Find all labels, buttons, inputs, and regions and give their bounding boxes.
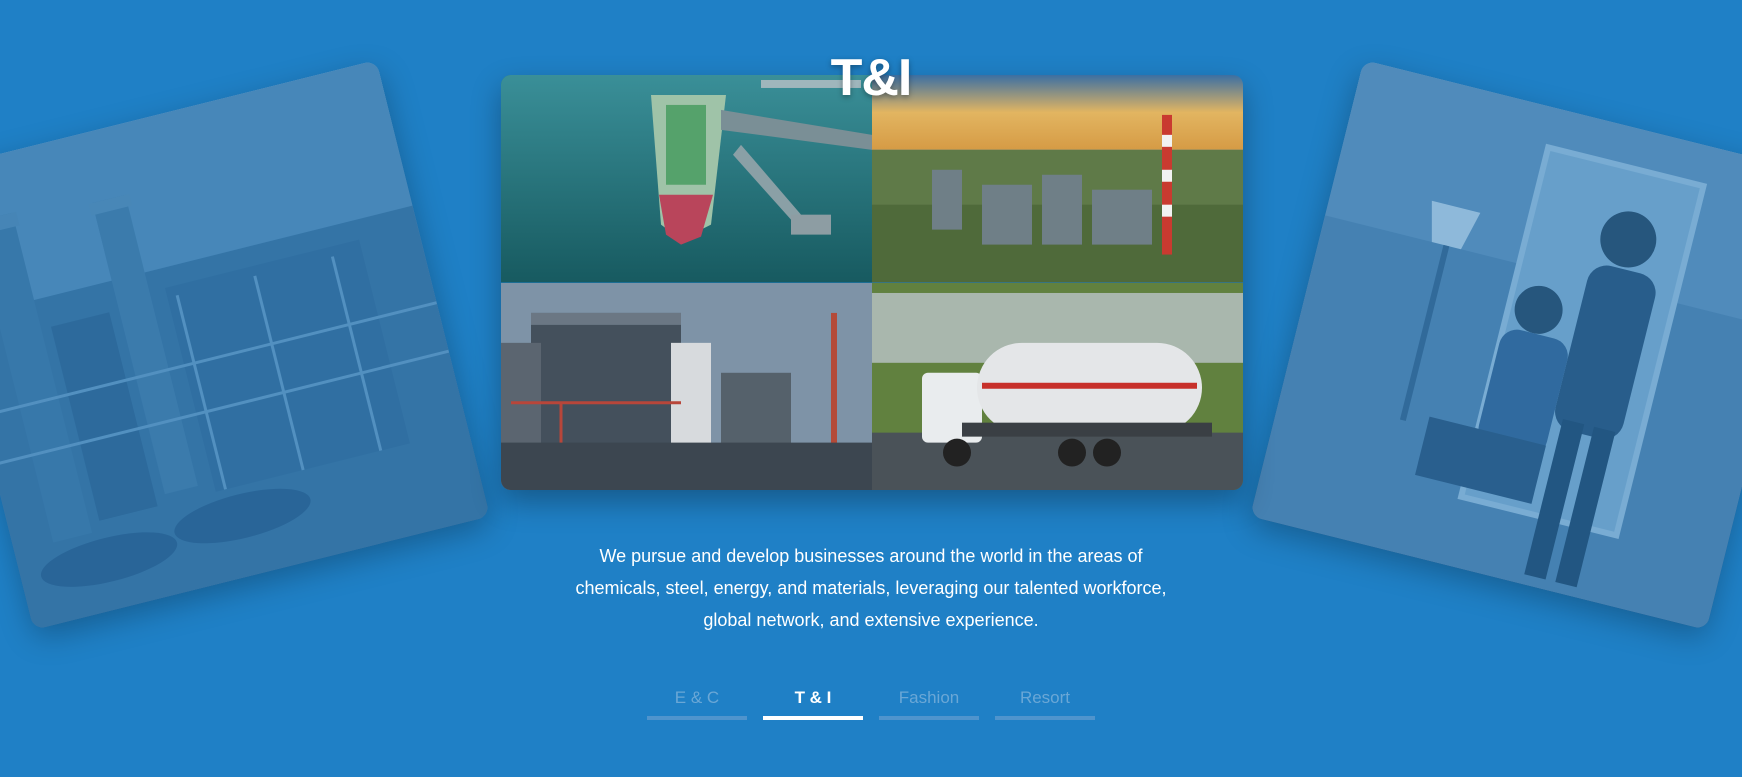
description-line: global network, and extensive experience…: [703, 610, 1039, 630]
carousel-stage: T&I We pursue and develop businesses aro…: [0, 0, 1742, 777]
tab-t-and-i[interactable]: T & I: [763, 688, 863, 720]
storage-tanks-image: [501, 282, 872, 490]
tab-fashion[interactable]: Fashion: [879, 688, 979, 720]
slide-title: T&I: [830, 49, 913, 107]
business-tabs: E & C T & I Fashion Resort: [647, 688, 1095, 720]
tab-resort[interactable]: Resort: [995, 688, 1095, 720]
carousel-card-previous[interactable]: [0, 60, 490, 630]
slide-description: We pursue and develop businesses around …: [571, 540, 1171, 636]
description-line: chemicals, steel, energy, and materials,…: [575, 578, 1167, 598]
carousel-card-next[interactable]: [1250, 60, 1742, 630]
description-line: We pursue and develop businesses around …: [599, 546, 1143, 566]
carousel-card-active[interactable]: [501, 75, 1243, 490]
tab-e-and-c[interactable]: E & C: [647, 688, 747, 720]
tanker-truck-image: [872, 282, 1243, 490]
